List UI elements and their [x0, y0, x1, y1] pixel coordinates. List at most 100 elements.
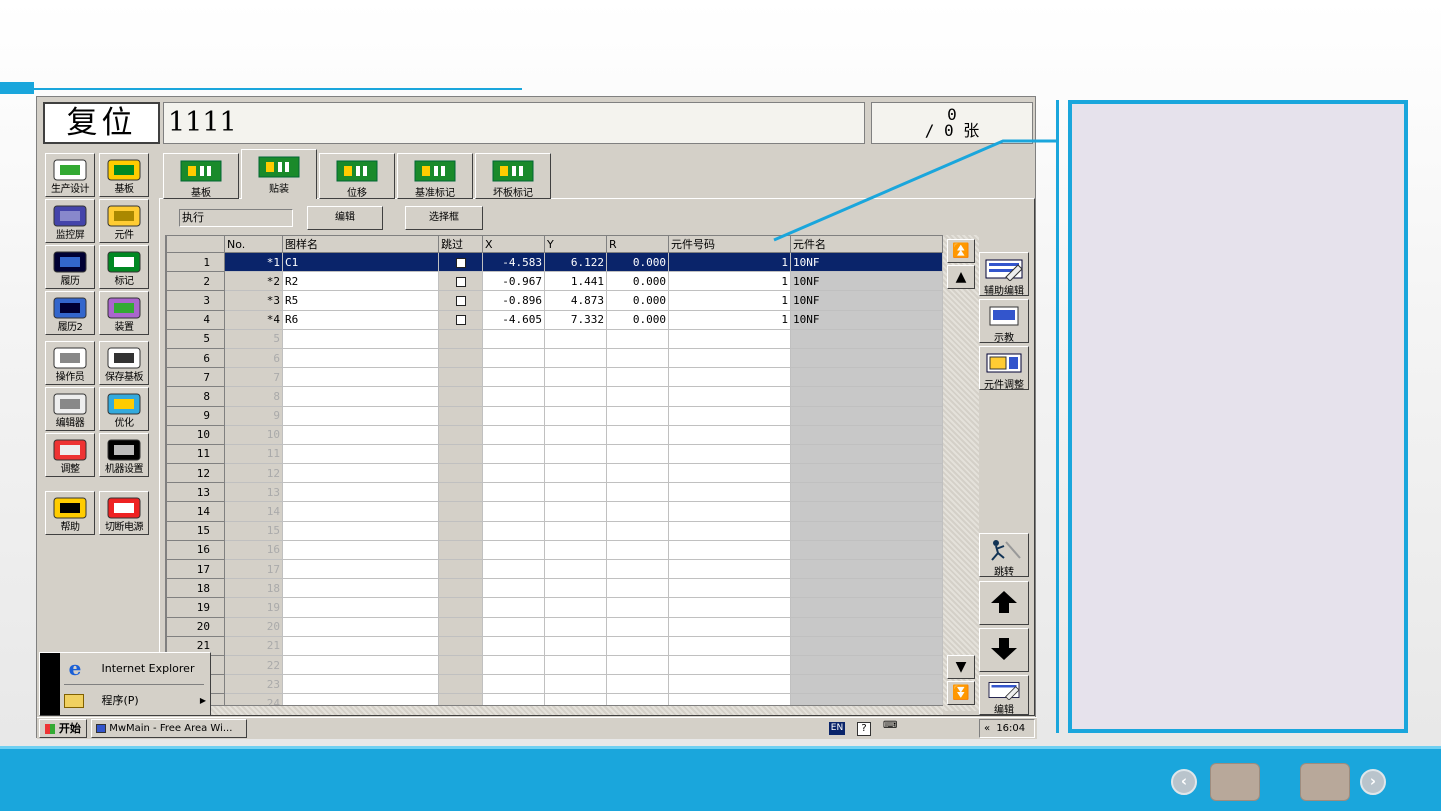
tab-3[interactable]: 位移 [319, 153, 395, 199]
select-frame-button[interactable]: 选择框 [405, 206, 483, 230]
cell-part-no[interactable] [668, 463, 791, 484]
row-number[interactable]: 12 [166, 463, 225, 484]
cell-part-name[interactable] [790, 597, 943, 618]
table-row[interactable]: 20 20 [166, 616, 943, 637]
cell-y[interactable] [544, 405, 607, 426]
prev-button[interactable] [1210, 763, 1260, 801]
cell-y[interactable]: 1.441 [544, 271, 607, 292]
cell-x[interactable] [482, 578, 545, 599]
cell-x[interactable] [482, 520, 545, 541]
cell-r[interactable] [606, 405, 669, 426]
sidebar-item-monitor[interactable]: 监控屏 [45, 199, 95, 243]
cell-r[interactable] [606, 674, 669, 695]
cell-pattern[interactable]: C1 [282, 251, 439, 273]
cell-skip[interactable] [438, 558, 483, 580]
menu-item-programs[interactable]: 程序(P) ▶ [64, 689, 210, 713]
table-row[interactable]: 88 [166, 386, 943, 407]
cell-part-name[interactable]: 10NF [790, 290, 943, 311]
jump-button[interactable]: 跳转 [979, 533, 1029, 578]
cell-skip[interactable] [438, 290, 483, 311]
cell-pattern[interactable] [282, 520, 439, 541]
skip-checkbox[interactable] [455, 315, 466, 326]
cell-y[interactable] [544, 539, 607, 561]
scroll-up-icon[interactable]: ▲ [947, 265, 975, 289]
cell-x[interactable] [482, 328, 545, 349]
cell-part-no[interactable] [668, 386, 791, 407]
skip-checkbox[interactable] [455, 257, 466, 268]
cell-skip[interactable] [438, 309, 483, 330]
cell-y[interactable]: 7.332 [544, 309, 607, 330]
row-number[interactable]: 2 [166, 271, 225, 292]
row-number[interactable]: 5 [166, 328, 225, 349]
cell-y[interactable]: 6.122 [544, 251, 607, 273]
col-header-skip[interactable]: 跳过 [438, 235, 483, 253]
cell-r[interactable] [606, 597, 669, 618]
cell-pattern[interactable] [282, 347, 439, 369]
cell-no[interactable]: *4 [224, 309, 283, 330]
cell-part-no[interactable] [668, 520, 791, 541]
menu-item-internet-explorer[interactable]: e Internet Explorer [64, 657, 210, 681]
cell-skip[interactable] [438, 463, 483, 484]
cell-x[interactable] [482, 501, 545, 522]
cell-y[interactable] [544, 674, 607, 695]
edit-top-button[interactable]: 编辑 [307, 206, 383, 230]
col-header-y[interactable]: Y [544, 235, 607, 253]
cell-r[interactable] [606, 463, 669, 484]
cell-skip[interactable] [438, 635, 483, 656]
cell-part-no[interactable] [668, 616, 791, 637]
cell-y[interactable] [544, 386, 607, 407]
cell-r[interactable] [606, 654, 669, 676]
table-row[interactable]: 11 11 [166, 443, 943, 465]
sidebar-item-mark[interactable]: 标记 [99, 245, 149, 289]
cell-pattern[interactable] [282, 443, 439, 465]
cell-y[interactable] [544, 635, 607, 656]
cell-part-name[interactable] [790, 405, 943, 426]
cell-skip[interactable] [438, 578, 483, 599]
cell-no[interactable]: 5 [224, 328, 283, 349]
task-mwmain[interactable]: MwMain - Free Area Wi... [91, 719, 247, 738]
cell-pattern[interactable] [282, 539, 439, 561]
col-header-no[interactable]: No. [224, 235, 283, 253]
cell-r[interactable]: 0.000 [606, 290, 669, 311]
cell-part-name[interactable] [790, 654, 943, 676]
cell-part-no[interactable] [668, 597, 791, 618]
cell-no[interactable]: *1 [224, 251, 283, 273]
cell-part-name[interactable] [790, 443, 943, 465]
cell-skip[interactable] [438, 328, 483, 349]
cell-skip[interactable] [438, 616, 483, 637]
col-header-pattern[interactable]: 图样名 [282, 235, 439, 253]
cell-part-no[interactable] [668, 558, 791, 580]
cell-part-no[interactable] [668, 347, 791, 369]
cell-skip[interactable] [438, 501, 483, 522]
tab-5[interactable]: 坏板标记 [475, 153, 551, 199]
cell-skip[interactable] [438, 654, 483, 676]
cell-r[interactable] [606, 386, 669, 407]
sidebar-item-board[interactable]: 基板 [99, 153, 149, 197]
cell-pattern[interactable] [282, 424, 439, 445]
next-circle-icon[interactable]: › [1360, 769, 1386, 795]
cell-pattern[interactable] [282, 463, 439, 484]
cell-no[interactable]: 23 [224, 674, 283, 695]
cell-part-no[interactable] [668, 674, 791, 695]
cell-part-name[interactable] [790, 367, 943, 388]
cell-part-name[interactable] [790, 386, 943, 407]
cell-pattern[interactable] [282, 674, 439, 695]
cell-skip[interactable] [438, 251, 483, 273]
cell-part-name[interactable] [790, 674, 943, 695]
cell-no[interactable]: 11 [224, 443, 283, 465]
cell-pattern[interactable] [282, 405, 439, 426]
sidebar-item-production-design[interactable]: 生产设计 [45, 153, 95, 197]
cell-r[interactable] [606, 558, 669, 580]
cell-y[interactable] [544, 443, 607, 465]
cell-x[interactable] [482, 635, 545, 656]
cell-part-name[interactable]: 10NF [790, 309, 943, 330]
prev-circle-icon[interactable]: ‹ [1171, 769, 1197, 795]
cell-part-no[interactable] [668, 539, 791, 561]
cell-pattern[interactable] [282, 482, 439, 503]
cell-part-name[interactable] [790, 482, 943, 503]
table-row[interactable]: 13 13 [166, 482, 943, 503]
cell-y[interactable] [544, 367, 607, 388]
cell-x[interactable]: -0.967 [482, 271, 545, 292]
cell-skip[interactable] [438, 271, 483, 292]
sidebar-item-component[interactable]: 元件 [99, 199, 149, 243]
